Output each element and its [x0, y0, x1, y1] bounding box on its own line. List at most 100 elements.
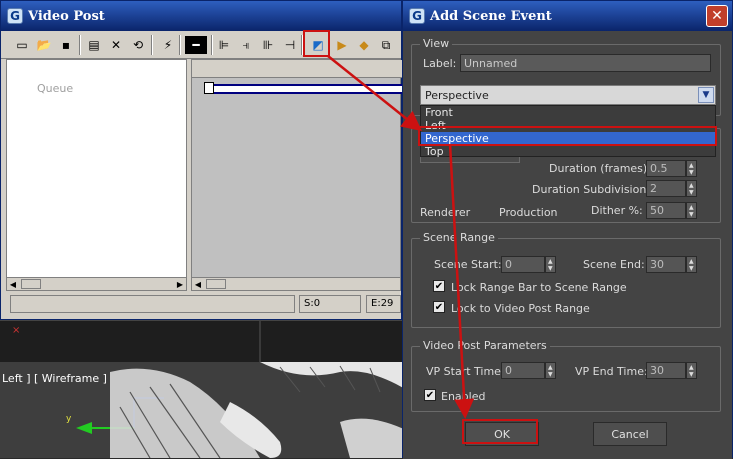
dither-value[interactable]: 50: [646, 202, 686, 219]
highlight-add-scene-event-icon: [303, 30, 330, 57]
dialog-body: View Label: Unnamed Perspective ▼ Durati…: [403, 31, 732, 459]
video-post-window: G Video Post ▭ 📂 ▪ ▤ ✕ ⟲ ⚡ ━ ⊫ ⫣ ⊪ ⊣ ◩ ▶…: [0, 0, 402, 320]
viewport-strip-graphic: ×: [12, 321, 261, 363]
app-logo-icon: G: [7, 8, 23, 24]
execute-sequence-icon[interactable]: ⚡: [159, 36, 177, 54]
viewport-left-wireframe[interactable]: Left ] [ Wireframe ] y: [0, 362, 402, 458]
range-bar[interactable]: [206, 84, 402, 94]
viewport-toolbar-strip: ×: [0, 320, 402, 363]
scene-end-value[interactable]: 30: [646, 256, 686, 273]
vp-end-label: VP End Time:: [575, 365, 648, 378]
chevron-down-icon[interactable]: ▼: [698, 87, 714, 103]
toolbar-separator: [79, 35, 81, 55]
lock-range-label: Lock Range Bar to Scene Range: [451, 281, 627, 294]
scroll-left-icon[interactable]: ◀: [192, 278, 204, 290]
swap-events-icon[interactable]: ⟲: [129, 36, 147, 54]
vp-end-spinner[interactable]: 30 ▲ ▼: [646, 362, 698, 379]
range-bar-start-handle[interactable]: [204, 82, 214, 94]
time-ruler: [192, 60, 402, 78]
scroll-right-icon[interactable]: ▶: [174, 278, 186, 290]
add-image-layer-event-icon[interactable]: ⧉: [377, 36, 395, 54]
subdivisions-label: Duration Subdivisions:: [532, 183, 656, 196]
scene-end-label: Scene End:: [583, 258, 645, 271]
queue-scrollbar[interactable]: ◀ ▶: [6, 277, 187, 291]
spinner-arrows-icon[interactable]: ▲ ▼: [686, 180, 697, 197]
cancel-button[interactable]: Cancel: [593, 422, 667, 446]
dialog-title-bar[interactable]: G Add Scene Event ✕: [403, 1, 732, 31]
vp-end-value[interactable]: 30: [646, 362, 686, 379]
wireframe-mesh: [110, 362, 402, 458]
status-start: S:0: [299, 295, 361, 313]
add-image-input-event-icon[interactable]: ▶: [333, 36, 351, 54]
dropdown-option[interactable]: Front: [421, 106, 715, 119]
make-same-size-icon[interactable]: ⊪: [259, 36, 277, 54]
toolbar-separator: [211, 35, 213, 55]
dropdown-option[interactable]: Top: [421, 145, 715, 158]
app-logo-icon: G: [409, 8, 425, 24]
spinner-arrows-icon[interactable]: ▲ ▼: [686, 160, 697, 177]
duration-spinner[interactable]: 0.5 ▲ ▼: [646, 160, 698, 177]
lock-vp-range-label: Lock to Video Post Range: [451, 302, 590, 315]
status-end: E:29: [366, 295, 401, 313]
video-post-toolbar: ▭ 📂 ▪ ▤ ✕ ⟲ ⚡ ━ ⊫ ⫣ ⊪ ⊣ ◩ ▶ ◆ ⧉: [1, 31, 401, 59]
abut-selected-icon[interactable]: ⊣: [281, 36, 299, 54]
dialog-title: Add Scene Event: [430, 8, 552, 24]
dither-label: Dither %:: [591, 204, 643, 217]
event-track-panel[interactable]: [191, 59, 402, 289]
duration-label: Duration (frames):: [549, 162, 651, 175]
scroll-thumb[interactable]: [21, 279, 41, 289]
dither-spinner[interactable]: 50 ▲ ▼: [646, 202, 698, 219]
enabled-checkbox[interactable]: ✔: [424, 389, 436, 401]
scene-start-spinner[interactable]: 0 ▲ ▼: [501, 256, 557, 273]
scroll-thumb[interactable]: [206, 279, 226, 289]
spinner-arrows-icon[interactable]: ▲ ▼: [545, 362, 556, 379]
vp-parameters-title: Video Post Parameters: [420, 339, 550, 352]
queue-panel[interactable]: Queue: [6, 59, 187, 289]
svg-text:×: ×: [12, 325, 20, 336]
vp-start-value[interactable]: 0: [501, 362, 545, 379]
axis-y-label: y: [66, 414, 72, 424]
new-sequence-icon[interactable]: ▭: [13, 36, 31, 54]
lock-range-checkbox[interactable]: ✔: [433, 280, 445, 292]
label-input[interactable]: Unnamed: [460, 54, 711, 72]
lock-vp-range-checkbox[interactable]: ✔: [433, 301, 445, 313]
status-bar: S:0 E:29: [6, 295, 401, 313]
toolbar-separator: [179, 35, 181, 55]
add-scene-event-dialog: G Add Scene Event ✕ View Label: Unnamed …: [402, 0, 733, 459]
scene-range-title: Scene Range: [420, 231, 498, 244]
renderer-value[interactable]: Production: [499, 206, 558, 219]
align-right-icon[interactable]: ⫣: [237, 36, 255, 54]
open-sequence-icon[interactable]: 📂: [35, 36, 53, 54]
spinner-arrows-icon[interactable]: ▲ ▼: [686, 256, 697, 273]
label-caption: Label:: [423, 57, 457, 70]
track-scrollbar[interactable]: ◀: [191, 277, 401, 291]
align-left-icon[interactable]: ⊫: [215, 36, 233, 54]
view-group-title: View: [420, 37, 453, 50]
status-message: [10, 295, 295, 313]
edit-event-icon[interactable]: ▤: [85, 36, 103, 54]
highlight-ok-button: [462, 419, 538, 444]
video-post-title-bar[interactable]: G Video Post: [1, 1, 401, 31]
spinner-arrows-icon[interactable]: ▲ ▼: [686, 202, 697, 219]
vp-start-label: VP Start Time:: [426, 365, 505, 378]
subdivisions-value[interactable]: 2: [646, 180, 686, 197]
view-dropdown-value: Perspective: [425, 89, 489, 102]
scene-end-spinner[interactable]: 30 ▲ ▼: [646, 256, 698, 273]
close-button[interactable]: ✕: [706, 5, 728, 27]
add-image-filter-event-icon[interactable]: ◆: [355, 36, 373, 54]
edit-range-bar-icon[interactable]: ━: [185, 36, 207, 54]
spinner-arrows-icon[interactable]: ▲ ▼: [686, 362, 697, 379]
scene-start-value[interactable]: 0: [501, 256, 545, 273]
enabled-label: Enabled: [441, 390, 486, 403]
scroll-left-icon[interactable]: ◀: [7, 278, 19, 290]
subdivisions-spinner[interactable]: 2 ▲ ▼: [646, 180, 698, 197]
vp-start-spinner[interactable]: 0 ▲ ▼: [501, 362, 557, 379]
duration-value[interactable]: 0.5: [646, 160, 686, 177]
queue-label: Queue: [37, 82, 74, 95]
delete-event-icon[interactable]: ✕: [107, 36, 125, 54]
spinner-arrows-icon[interactable]: ▲ ▼: [545, 256, 556, 273]
save-sequence-icon[interactable]: ▪: [57, 36, 75, 54]
view-dropdown[interactable]: Perspective ▼: [420, 85, 716, 105]
scene-start-label: Scene Start:: [434, 258, 502, 271]
highlight-perspective-option: [418, 126, 717, 146]
